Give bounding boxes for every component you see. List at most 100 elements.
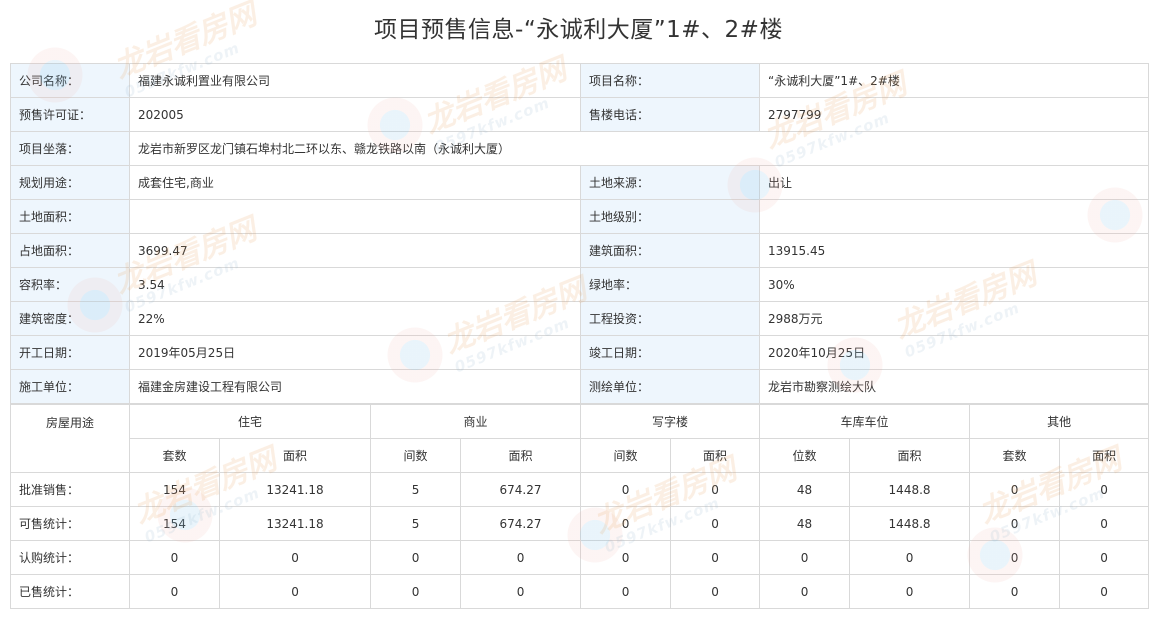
usage-stats-table: 房屋用途 住宅 商业 写字楼 车库车位 其他 套数 面积 间数 面积 间数 面积…: [10, 404, 1150, 609]
table-cell: 0: [849, 574, 971, 609]
planned-use-label: 规划用途：: [10, 165, 130, 200]
group-header-office: 写字楼: [580, 404, 761, 439]
table-cell: 674.27: [460, 472, 582, 507]
group-header-residential: 住宅: [128, 404, 372, 439]
table-cell: 0: [218, 540, 372, 575]
table-cell: 0: [969, 540, 1061, 575]
sub-header: 间数: [370, 438, 462, 473]
completion-date-label: 竣工日期：: [580, 335, 760, 370]
table-row-subscribed: 认购统计： 0 0 0 0 0 0 0 0 0 0: [10, 540, 1150, 575]
table-cell: 0: [759, 574, 851, 609]
table-row-available: 可售统计： 154 13241.18 5 674.27 0 0 48 1448.…: [10, 506, 1150, 541]
location-value: 龙岩市新罗区龙门镇石埠村北二环以东、赣龙铁路以南（永诚利大厦）: [129, 131, 1149, 166]
info-row-land: 土地面积： 土地级别：: [10, 199, 1149, 234]
page-title: 项目预售信息-“永诚利大厦”1#、2#楼: [374, 17, 783, 43]
table-cell: 674.27: [460, 506, 582, 541]
table-cell: 5: [370, 506, 462, 541]
table-cell: 0: [370, 574, 462, 609]
row-label: 批准销售：: [10, 472, 130, 507]
info-row-area: 占地面积： 3699.47 建筑面积： 13915.45: [10, 233, 1149, 268]
land-grade-value: [759, 199, 1149, 234]
info-row-density: 建筑密度： 22% 工程投资： 2988万元: [10, 301, 1149, 336]
info-row-dates: 开工日期： 2019年05月25日 竣工日期： 2020年10月25日: [10, 335, 1149, 370]
green-ratio-label: 绿地率：: [580, 267, 760, 302]
sub-header: 位数: [759, 438, 851, 473]
table-cell: 0: [580, 472, 672, 507]
group-header-commercial: 商业: [370, 404, 582, 439]
table-row-approved: 批准销售： 154 13241.18 5 674.27 0 0 48 1448.…: [10, 472, 1150, 507]
construction-unit-value: 福建金房建设工程有限公司: [129, 369, 581, 404]
info-row-usage: 规划用途： 成套住宅,商业 土地来源： 出让: [10, 165, 1149, 200]
table-cell: 0: [580, 574, 672, 609]
usage-corner-header: 房屋用途: [10, 404, 130, 473]
table-cell: 0: [129, 574, 220, 609]
sub-header: 面积: [670, 438, 761, 473]
land-area-value: [129, 199, 581, 234]
sub-header: 面积: [849, 438, 971, 473]
table-cell: 0: [1059, 540, 1150, 575]
table-cell: 13241.18: [218, 506, 372, 541]
table-cell: 0: [1059, 506, 1150, 541]
presale-permit-label: 预售许可证：: [10, 97, 130, 132]
investment-value: 2988万元: [759, 301, 1149, 336]
sub-header: 面积: [1059, 438, 1150, 473]
land-grade-label: 土地级别：: [580, 199, 760, 234]
start-date-label: 开工日期：: [10, 335, 130, 370]
land-source-value: 出让: [759, 165, 1149, 200]
table-cell: 154: [129, 506, 220, 541]
project-name-label: 项目名称：: [580, 63, 760, 98]
presale-permit-value: 202005: [129, 97, 581, 132]
info-row-contractors: 施工单位： 福建金房建设工程有限公司 测绘单位： 龙岩市勘察测绘大队: [10, 369, 1149, 404]
table-cell: 154: [129, 472, 220, 507]
table-cell: 0: [849, 540, 971, 575]
table-cell: 0: [580, 506, 672, 541]
table-cell: 0: [218, 574, 372, 609]
sub-header-row: 套数 面积 间数 面积 间数 面积 位数 面积 套数 面积: [11, 438, 1150, 473]
group-header-parking: 车库车位: [759, 404, 971, 439]
table-cell: 0: [1059, 574, 1150, 609]
row-label: 可售统计：: [10, 506, 130, 541]
green-ratio-value: 30%: [759, 267, 1149, 302]
table-cell: 0: [370, 540, 462, 575]
completion-date-value: 2020年10月25日: [759, 335, 1149, 370]
table-cell: 13241.18: [218, 472, 372, 507]
construction-unit-label: 施工单位：: [10, 369, 130, 404]
building-area-value: 13915.45: [759, 233, 1149, 268]
group-header-row: 房屋用途 住宅 商业 写字楼 车库车位 其他: [10, 404, 1150, 473]
building-area-label: 建筑面积：: [580, 233, 760, 268]
table-cell: 1448.8: [849, 506, 971, 541]
project-name-value: “永诚利大厦”1#、2#楼: [759, 63, 1149, 98]
group-header-other: 其他: [969, 404, 1150, 439]
building-density-value: 22%: [129, 301, 581, 336]
table-cell: 48: [759, 472, 851, 507]
info-row-ratio: 容积率： 3.54 绿地率： 30%: [10, 267, 1149, 302]
table-cell: 0: [460, 540, 582, 575]
table-cell: 0: [580, 540, 672, 575]
investment-label: 工程投资：: [580, 301, 760, 336]
table-cell: 5: [370, 472, 462, 507]
land-area-label: 土地面积：: [10, 199, 130, 234]
table-cell: 0: [969, 506, 1061, 541]
location-label: 项目坐落：: [10, 131, 130, 166]
survey-unit-value: 龙岩市勘察测绘大队: [759, 369, 1149, 404]
table-cell: 1448.8: [849, 472, 971, 507]
sub-header: 间数: [580, 438, 672, 473]
table-row-sold: 已售统计： 0 0 0 0 0 0 0 0 0 0: [10, 574, 1150, 609]
table-cell: 0: [969, 472, 1061, 507]
sub-header: 套数: [969, 438, 1061, 473]
company-name-value: 福建永诚利置业有限公司: [129, 63, 581, 98]
table-cell: 0: [1059, 472, 1150, 507]
table-cell: 0: [460, 574, 582, 609]
plot-ratio-value: 3.54: [129, 267, 581, 302]
info-row-company: 公司名称： 福建永诚利置业有限公司 项目名称： “永诚利大厦”1#、2#楼: [10, 63, 1149, 98]
table-cell: 0: [670, 540, 761, 575]
sub-header: 面积: [460, 438, 582, 473]
info-row-permit: 预售许可证： 202005 售楼电话： 2797799: [10, 97, 1149, 132]
land-source-label: 土地来源：: [580, 165, 760, 200]
sales-phone-label: 售楼电话：: [580, 97, 760, 132]
sub-header: 套数: [129, 438, 220, 473]
company-name-label: 公司名称：: [10, 63, 130, 98]
start-date-value: 2019年05月25日: [129, 335, 581, 370]
survey-unit-label: 测绘单位：: [580, 369, 760, 404]
table-cell: 0: [670, 506, 761, 541]
